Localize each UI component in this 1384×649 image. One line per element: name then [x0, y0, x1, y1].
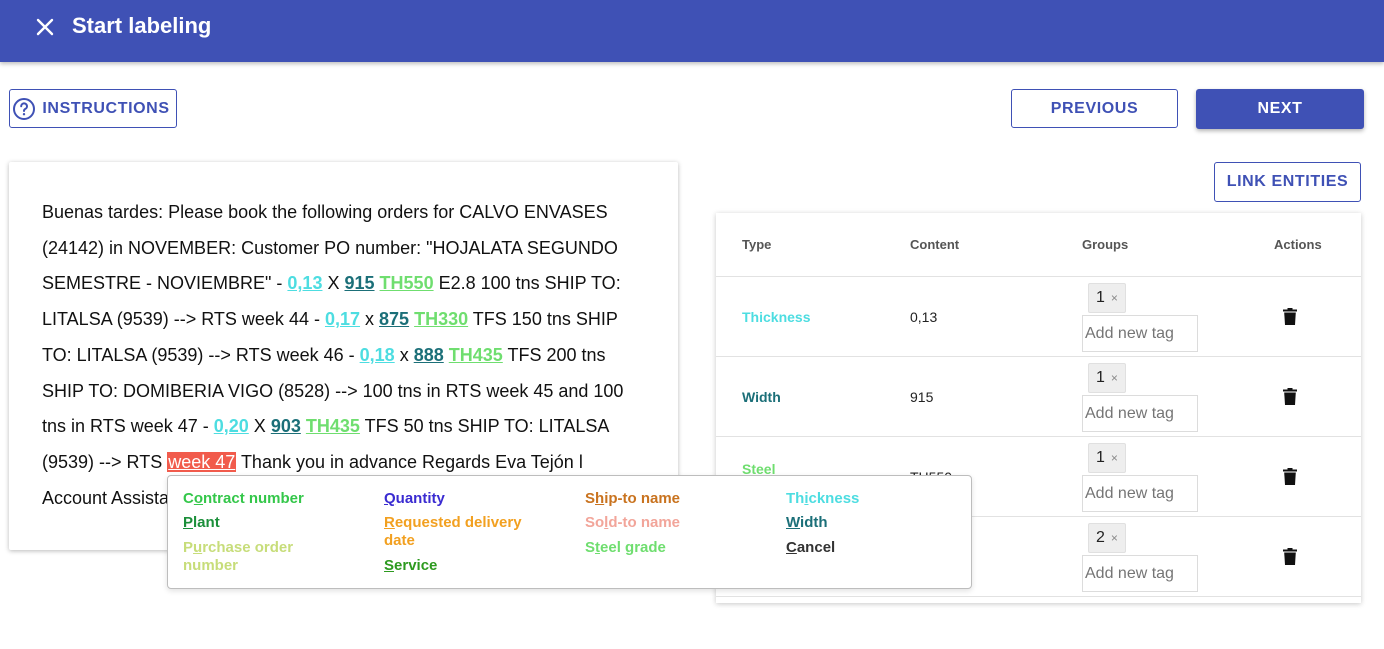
menu-item-service[interactable]: Service — [384, 557, 564, 575]
menu-item-shortcut: P — [183, 514, 194, 531]
table-row: Width 915 1 × — [716, 356, 1361, 436]
menu-item-shortcut: W — [786, 514, 801, 531]
entity-width[interactable]: 875 — [379, 309, 409, 329]
entity-thickness[interactable]: 0,18 — [360, 345, 395, 365]
entity-content: 915 — [910, 389, 934, 405]
menu-item-thickness[interactable]: Thickness — [786, 490, 956, 508]
group-chip-label: 1 — [1096, 449, 1105, 466]
menu-item-label: S — [585, 490, 596, 507]
menu-item-label: ip-to name — [604, 490, 681, 507]
entity-width[interactable]: 888 — [414, 345, 444, 365]
menu-item-quantity[interactable]: Quantity — [384, 490, 564, 508]
entity-thickness[interactable]: 0,17 — [325, 309, 360, 329]
menu-item-requested-delivery-date[interactable]: Requested delivery date — [384, 514, 544, 550]
page-title: Start labeling — [72, 13, 212, 38]
help-circle-icon — [13, 97, 36, 120]
table-row: Thickness 0,13 1 × — [716, 276, 1361, 356]
menu-item-shortcut: S — [384, 557, 395, 574]
menu-item-label: lant — [193, 514, 220, 531]
group-chip-label: 2 — [1096, 529, 1105, 546]
menu-item-label: eel grade — [600, 539, 666, 556]
group-chip: 1 × — [1088, 443, 1126, 473]
chip-remove-icon[interactable]: × — [1111, 291, 1118, 305]
menu-item-width[interactable]: Width — [786, 514, 956, 532]
group-chip-label: 1 — [1096, 369, 1105, 386]
group-chip: 1 × — [1088, 283, 1126, 313]
text-segment: x — [394, 344, 414, 365]
document-text[interactable]: Buenas tardes: Please book the following… — [42, 195, 642, 516]
instructions-label: Instructions — [42, 99, 170, 117]
column-header-actions: Actions — [1274, 237, 1322, 252]
menu-item-shortcut: Q — [384, 490, 396, 507]
menu-item-label: C — [183, 490, 194, 507]
menu-item-label: ancel — [796, 539, 836, 556]
chip-remove-icon[interactable]: × — [1111, 371, 1118, 385]
menu-item-cancel[interactable]: Cancel — [786, 539, 956, 557]
menu-item-shortcut: o — [193, 490, 204, 507]
menu-item-label: So — [585, 514, 605, 531]
menu-item-label: uantity — [395, 490, 445, 507]
entity-thickness[interactable]: 0,20 — [214, 416, 249, 436]
delete-icon[interactable] — [1283, 468, 1297, 485]
entity-type-menu: Contract number Plant Purchase order num… — [167, 475, 972, 589]
chip-remove-icon[interactable]: × — [1111, 531, 1118, 545]
menu-item-ship-to-name[interactable]: Ship-to name — [585, 490, 765, 508]
add-tag-input[interactable] — [1082, 395, 1198, 432]
add-tag-input[interactable] — [1082, 555, 1198, 592]
column-header-groups: Groups — [1082, 237, 1129, 252]
next-button[interactable]: Next — [1196, 89, 1364, 129]
selected-text[interactable]: week 47 — [167, 451, 237, 472]
menu-item-plant[interactable]: Plant — [183, 514, 363, 532]
entity-thickness[interactable]: 0,13 — [287, 273, 322, 293]
group-chip-label: 1 — [1096, 289, 1105, 306]
menu-item-label: P — [183, 539, 194, 556]
menu-item-contract-number[interactable]: Contract number — [183, 490, 363, 508]
text-segment: X — [248, 416, 271, 437]
menu-item-label: S — [585, 539, 596, 556]
delete-icon[interactable] — [1283, 388, 1297, 405]
entity-width[interactable]: 903 — [271, 416, 301, 436]
column-header-type: Type — [742, 237, 772, 252]
table-row — [716, 596, 1361, 603]
group-chip: 2 × — [1088, 523, 1126, 553]
menu-item-label: d-to name — [608, 514, 681, 531]
previous-button[interactable]: Previous — [1011, 89, 1178, 128]
delete-icon[interactable] — [1283, 308, 1297, 325]
delete-icon[interactable] — [1283, 548, 1297, 565]
entity-steel-grade[interactable]: TH330 — [414, 309, 468, 329]
entity-content: 0,13 — [910, 309, 938, 325]
text-segment: x — [360, 309, 380, 330]
add-tag-input[interactable] — [1082, 475, 1198, 512]
menu-item-steel-grade[interactable]: Steel grade — [585, 539, 765, 557]
close-icon[interactable] — [32, 14, 58, 40]
menu-item-purchase-order-number[interactable]: Purchase order number — [183, 539, 333, 575]
menu-item-sold-to-name[interactable]: Sold-to name — [585, 514, 765, 532]
group-chip: 1 × — [1088, 363, 1126, 393]
menu-item-label: ckness — [808, 490, 860, 507]
entity-type: Thickness — [742, 309, 811, 325]
text-segment: X — [322, 273, 345, 294]
menu-item-label: equested delivery date — [384, 514, 522, 549]
menu-item-label: ntract number — [203, 490, 304, 507]
link-entities-button[interactable]: Link entities — [1214, 162, 1361, 202]
menu-item-shortcut: R — [384, 514, 395, 531]
menu-item-shortcut: h — [595, 490, 605, 507]
instructions-button[interactable]: Instructions — [9, 89, 177, 128]
entity-steel-grade[interactable]: TH550 — [380, 273, 434, 293]
entity-steel-grade[interactable]: TH435 — [306, 416, 360, 436]
entity-type: Width — [742, 389, 781, 405]
add-tag-input[interactable] — [1082, 315, 1198, 352]
menu-item-label: idth — [800, 514, 828, 531]
menu-item-shortcut: u — [193, 539, 203, 556]
menu-item-shortcut: C — [786, 539, 797, 556]
column-header-content: Content — [910, 237, 960, 252]
entity-width[interactable]: 915 — [344, 273, 374, 293]
menu-item-label: Th — [786, 490, 805, 507]
chip-remove-icon[interactable]: × — [1111, 451, 1118, 465]
app-bar: Start labeling — [0, 0, 1384, 62]
menu-item-label: ervice — [394, 557, 438, 574]
entity-steel-grade[interactable]: TH435 — [449, 345, 503, 365]
